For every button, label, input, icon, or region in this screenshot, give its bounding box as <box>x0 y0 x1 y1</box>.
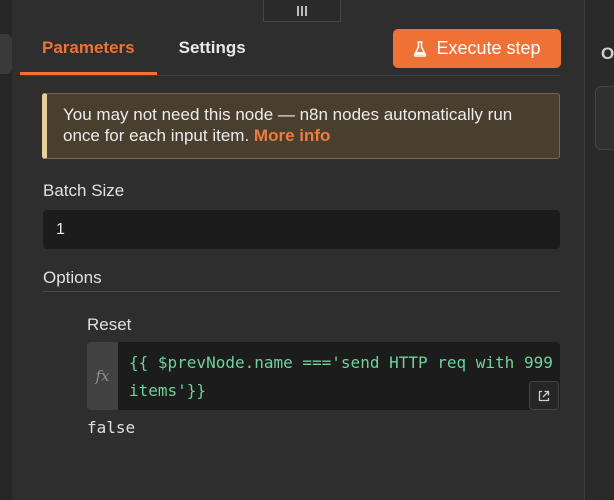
reset-expression-editor[interactable]: fx {{ $prevNode.name ==='send HTTP req w… <box>87 342 560 410</box>
options-label: Options <box>43 268 102 287</box>
output-panel-box[interactable] <box>595 86 614 150</box>
output-panel-title: O <box>601 44 614 63</box>
options-divider <box>43 291 560 292</box>
tab-divider <box>20 75 560 76</box>
fx-icon: fx <box>87 342 118 410</box>
drag-grip-icon <box>297 5 307 16</box>
info-notice: You may not need this node — n8n nodes a… <box>42 93 560 159</box>
expression-result: false <box>87 418 136 437</box>
execute-step-label: Execute step <box>436 38 541 58</box>
expand-expression-button[interactable] <box>529 381 559 410</box>
batch-size-input[interactable] <box>43 210 560 249</box>
panel-drag-handle[interactable] <box>263 0 341 22</box>
left-panel-edge <box>0 0 12 500</box>
left-panel-tab[interactable] <box>0 34 12 74</box>
expression-code[interactable]: {{ $prevNode.name ==='send HTTP req with… <box>129 349 559 405</box>
execute-step-button[interactable]: Execute step <box>393 29 561 68</box>
tab-settings[interactable]: Settings <box>157 28 268 75</box>
flask-icon <box>414 40 427 57</box>
tab-parameters[interactable]: Parameters <box>20 28 157 75</box>
reset-label: Reset <box>87 315 132 334</box>
batch-size-label: Batch Size <box>43 181 125 200</box>
tab-bar: Parameters Settings <box>20 28 268 76</box>
more-info-link[interactable]: More info <box>254 126 331 145</box>
expand-icon <box>538 390 550 401</box>
node-parameters-panel: Parameters Settings Execute step You may… <box>0 0 614 500</box>
output-panel-edge: O <box>585 0 614 500</box>
